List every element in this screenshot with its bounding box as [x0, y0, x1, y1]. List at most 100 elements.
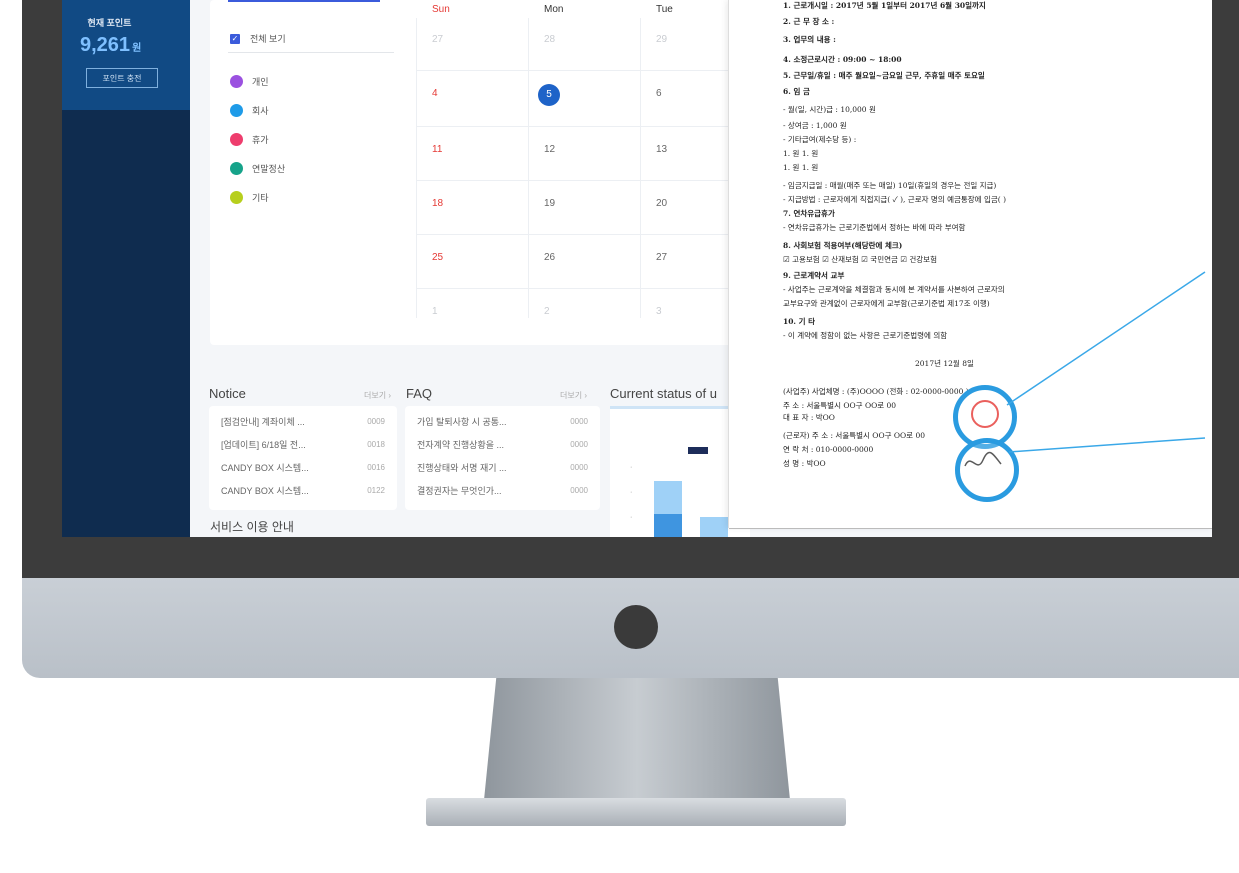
faq-title: FAQ: [406, 386, 433, 401]
category-dot-icon: [230, 133, 243, 146]
service-guide-title: 서비스 이용 안내: [210, 520, 294, 534]
list-item[interactable]: [점검안내] 계좌이체 ... 0009: [209, 410, 397, 433]
checkbox-icon[interactable]: ✓: [230, 33, 240, 44]
charge-points-button[interactable]: 포인트 충전: [86, 68, 158, 88]
calendar-day[interactable]: 2: [544, 306, 550, 317]
notice-more-label: 더보기: [364, 391, 387, 400]
points-unit: 원: [132, 43, 142, 54]
calendar-day[interactable]: 25: [432, 252, 443, 263]
list-item[interactable]: 진행상태와 서명 재기 ... 0000: [405, 456, 600, 479]
list-item-title: [업데이트] 6/18일 전...: [221, 440, 306, 450]
grid-line: [416, 18, 417, 318]
category-items: 개인회사휴가연말정산기타: [230, 67, 390, 212]
list-item-title: [점검안내] 계좌이체 ...: [221, 417, 305, 427]
list-item-number: 0009: [367, 417, 385, 426]
list-item[interactable]: CANDY BOX 시스템... 0016: [209, 456, 397, 479]
calendar-day[interactable]: 13: [656, 144, 667, 155]
points-label: 현재 포인트: [87, 18, 132, 28]
category-item[interactable]: 기타: [230, 183, 390, 212]
faq-list: 가입 탈퇴사항 시 공통... 0000 전자계약 진행상황을 ... 0000 진행상…: [405, 406, 600, 510]
category-all[interactable]: ✓ 전체 보기: [230, 24, 390, 53]
legend-swatch: [688, 447, 708, 454]
category-label: 회사: [252, 106, 269, 116]
category-label: 연말정산: [252, 164, 286, 174]
calendar-day[interactable]: 18: [432, 198, 443, 209]
calendar-day-today[interactable]: 5: [538, 84, 560, 106]
calendar-day[interactable]: 29: [656, 34, 667, 45]
app-screen: 현재 포인트 9,261 원 포인트 충전 ✓ 전체 보기 개인회사휴가연말정산기…: [62, 0, 1212, 537]
notice-list: [점검안내] 계좌이체 ... 0009 [업데이트] 6/18일 전... 0018…: [209, 406, 397, 510]
calendar-day[interactable]: 27: [656, 252, 667, 263]
faq-rows: 가입 탈퇴사항 시 공통... 0000 전자계약 진행상황을 ... 0000 진행상…: [405, 410, 600, 502]
category-label: 휴가: [252, 135, 269, 145]
calendar-day[interactable]: 6: [656, 88, 662, 99]
list-item-number: 0018: [367, 440, 385, 449]
calendar-day[interactable]: 1: [432, 306, 438, 317]
points-value: 9,261 원: [80, 34, 141, 57]
calendar-day[interactable]: 27: [432, 34, 443, 45]
category-item[interactable]: 회사: [230, 96, 390, 125]
list-item[interactable]: 결정권자는 무엇인가... 0000: [405, 479, 600, 502]
calendar-card: ✓ 전체 보기 개인회사휴가연말정산기타 Sun Mon Tue 27 28 29 4 5 6 1…: [210, 0, 810, 345]
list-item-title: 결정권자는 무엇인가...: [417, 486, 502, 496]
monitor-stand-neck: [484, 678, 790, 800]
day-of-week: Sun: [432, 4, 450, 15]
category-list: ✓ 전체 보기: [230, 24, 390, 53]
document-edge: [729, 528, 1212, 529]
faq-more-link[interactable]: 더보기 ›: [560, 390, 587, 401]
list-item-number: 0016: [367, 463, 385, 472]
calendar-day[interactable]: 12: [544, 144, 555, 155]
calendar-day[interactable]: 19: [544, 198, 555, 209]
search-underline: [228, 0, 380, 2]
category-dot-icon: [230, 191, 243, 204]
category-label: 기타: [252, 193, 269, 203]
grid-line: [528, 18, 529, 318]
list-item-title: CANDY BOX 시스템...: [221, 486, 309, 496]
camera-icon: [614, 605, 658, 649]
list-item[interactable]: 가입 탈퇴사항 시 공통... 0000: [405, 410, 600, 433]
category-dot-icon: [230, 162, 243, 175]
faq-more-label: 더보기: [560, 391, 583, 400]
list-item[interactable]: CANDY BOX 시스템... 0122: [209, 479, 397, 502]
list-item-number: 0000: [570, 440, 588, 449]
notice-title: Notice: [209, 386, 246, 401]
list-item-number: 0122: [367, 486, 385, 495]
callout-lines: [1006, 271, 1206, 453]
list-item-number: 0000: [570, 463, 588, 472]
points-amount: 9,261: [80, 34, 131, 56]
day-of-week: Tue: [656, 4, 673, 15]
category-all-label: 전체 보기: [250, 34, 286, 44]
category-label: 개인: [252, 77, 269, 87]
notice-rows: [점검안내] 계좌이체 ... 0009 [업데이트] 6/18일 전... 0018…: [209, 410, 397, 502]
chart-tick: ·: [630, 464, 633, 471]
contract-document: 1. 근로개시일 : 2017년 5월 1일부터 2017년 6월 30일까지 2…: [728, 0, 1212, 529]
category-divider: [228, 52, 394, 53]
calendar-day[interactable]: 26: [544, 252, 555, 263]
category-item[interactable]: 휴가: [230, 125, 390, 154]
list-item-title: CANDY BOX 시스템...: [221, 463, 309, 473]
sidebar: 현재 포인트 9,261 원 포인트 충전: [62, 0, 190, 537]
category-dot-icon: [230, 104, 243, 117]
list-item-number: 0000: [570, 486, 588, 495]
category-item[interactable]: 연말정산: [230, 154, 390, 183]
list-item-title: 가입 탈퇴사항 시 공통...: [417, 417, 507, 427]
chart-bar-segment: [654, 514, 682, 537]
category-item[interactable]: 개인: [230, 67, 390, 96]
list-item-number: 0000: [570, 417, 588, 426]
list-item[interactable]: 전자계약 진행상황을 ... 0000: [405, 433, 600, 456]
calendar-day[interactable]: 3: [656, 306, 662, 317]
list-item-title: 전자계약 진행상황을 ...: [417, 440, 505, 450]
chart-tick: ·: [630, 514, 633, 521]
notice-more-link[interactable]: 더보기 ›: [364, 390, 391, 401]
monitor-stand-base: [426, 798, 846, 826]
category-dot-icon: [230, 75, 243, 88]
calendar-day[interactable]: 11: [432, 144, 442, 155]
calendar-day[interactable]: 4: [432, 88, 438, 99]
grid-line: [640, 18, 641, 318]
list-item[interactable]: [업데이트] 6/18일 전... 0018: [209, 433, 397, 456]
list-item-title: 진행상태와 서명 재기 ...: [417, 463, 507, 473]
day-of-week: Mon: [544, 4, 564, 15]
calendar-day[interactable]: 20: [656, 198, 667, 209]
calendar-day[interactable]: 28: [544, 34, 555, 45]
chart-bar: [700, 517, 728, 537]
